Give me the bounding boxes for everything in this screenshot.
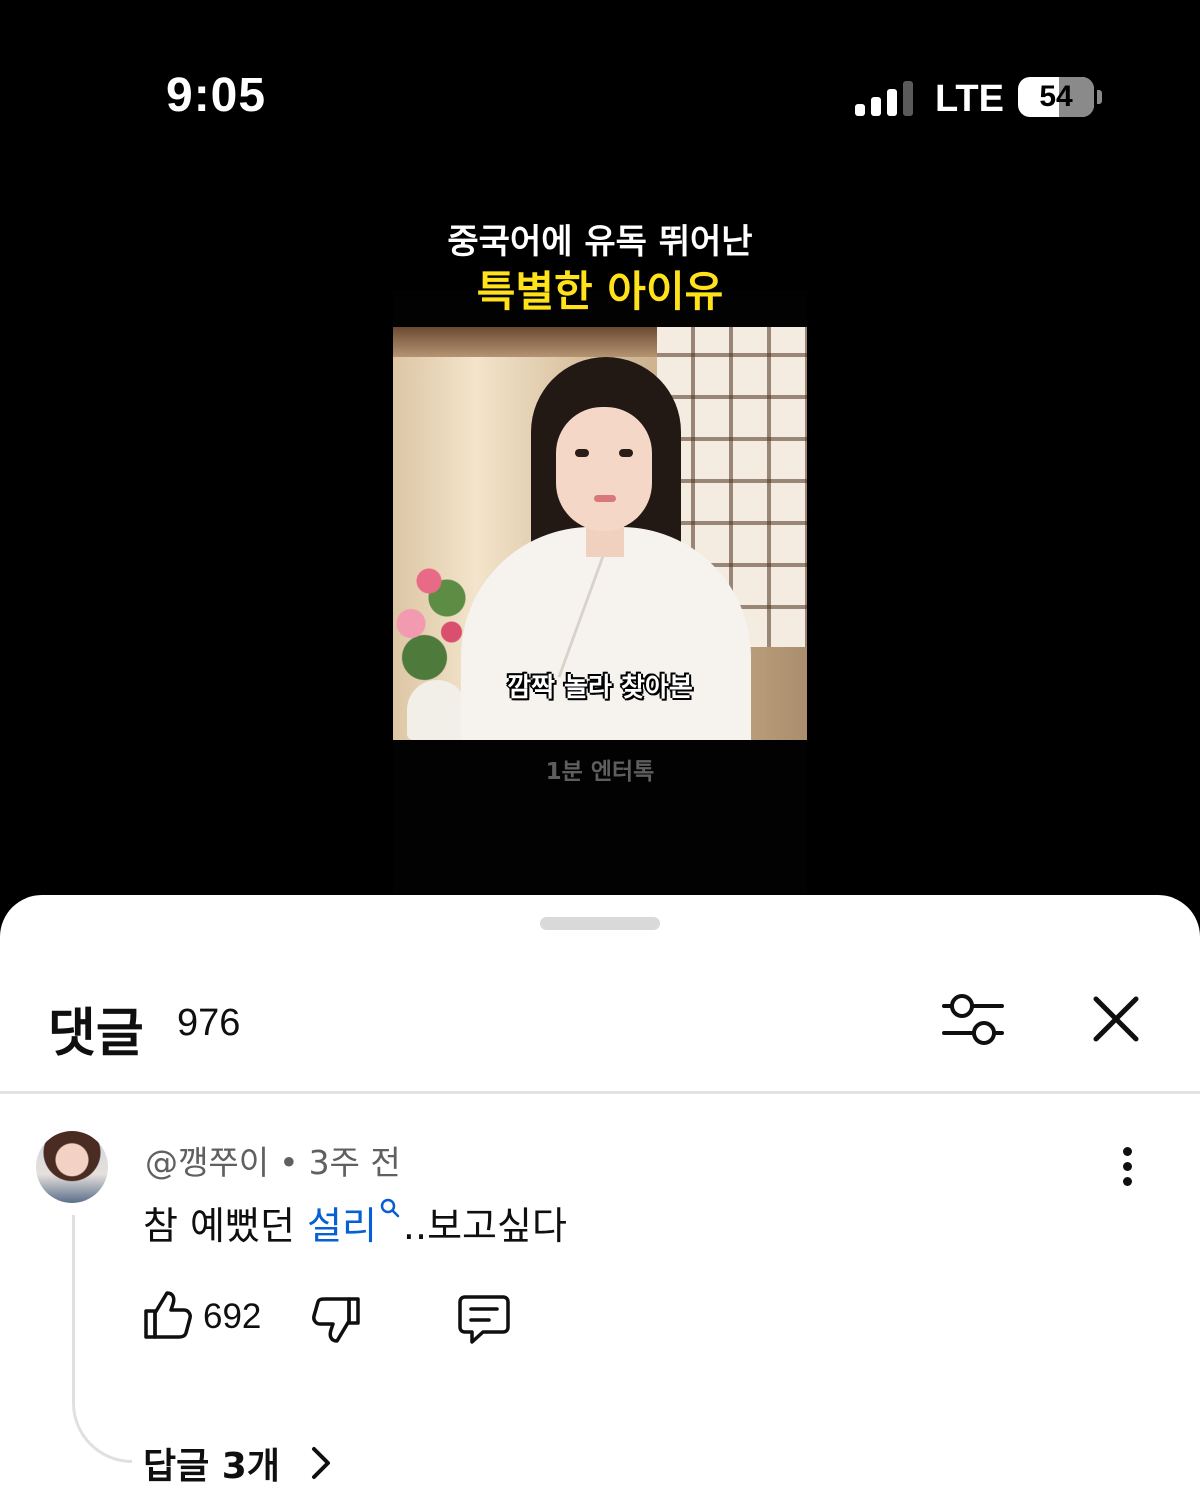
battery-level: 54 bbox=[1039, 80, 1073, 113]
like-count: 692 bbox=[203, 1297, 262, 1336]
cellular-signal-icon bbox=[855, 80, 913, 116]
comment-time: 3주 전 bbox=[308, 1143, 401, 1182]
comments-sheet: 댓글 976 @깽쭈이 • 3주 전 참 예뻤던 설리 ..보고싶다 692 답… bbox=[0, 895, 1200, 1509]
comment-text: 참 예뻤던 설리 ..보고싶다 bbox=[143, 1195, 567, 1250]
meta-separator: • bbox=[279, 1143, 299, 1182]
video-caption: 깜짝 놀라 찾아본 bbox=[507, 673, 693, 703]
close-icon bbox=[1093, 996, 1139, 1042]
video-title-line-1: 중국어에 유독 뛰어난 bbox=[447, 222, 753, 262]
sort-filter-button[interactable] bbox=[940, 991, 1006, 1049]
more-dot bbox=[1123, 1177, 1132, 1186]
sliders-icon bbox=[942, 994, 1004, 1045]
person-eye-left bbox=[575, 449, 589, 457]
comments-title: 댓글 bbox=[48, 1004, 144, 1064]
reply-button[interactable] bbox=[455, 1291, 513, 1347]
comment-meta: @깽쭈이 • 3주 전 bbox=[145, 1136, 401, 1184]
video-title-line-2: 특별한 아이유 bbox=[476, 267, 724, 316]
person-lips bbox=[594, 495, 616, 502]
more-dot bbox=[1123, 1162, 1132, 1171]
thumbs-up-icon bbox=[144, 1291, 192, 1339]
header-divider bbox=[0, 1091, 1200, 1094]
view-replies-link[interactable]: 답글 3개 bbox=[143, 1437, 280, 1489]
commenter-avatar[interactable] bbox=[36, 1131, 108, 1203]
chevron-right-icon[interactable] bbox=[306, 1443, 336, 1483]
comment-author[interactable]: @깽쭈이 bbox=[145, 1143, 269, 1182]
person-face bbox=[556, 407, 652, 531]
comment-search-link[interactable]: 설리 bbox=[307, 1204, 377, 1248]
status-time: 9:05 bbox=[166, 69, 267, 122]
comments-count: 976 bbox=[177, 1002, 241, 1044]
network-type: LTE bbox=[935, 78, 1004, 120]
video-frame[interactable]: 깜짝 놀라 찾아본 bbox=[393, 327, 807, 740]
close-button[interactable] bbox=[1088, 991, 1144, 1047]
comment-bubble-icon bbox=[458, 1295, 510, 1344]
drag-handle[interactable] bbox=[540, 917, 660, 930]
channel-watermark: 1분 엔터톡 bbox=[545, 759, 655, 785]
battery-icon: 54 bbox=[1018, 77, 1094, 117]
reply-thread-line bbox=[72, 1215, 132, 1463]
battery-cap bbox=[1097, 90, 1102, 104]
comment-more-button[interactable] bbox=[1108, 1143, 1148, 1189]
more-dot bbox=[1123, 1147, 1132, 1156]
comment-text-after: ..보고싶다 bbox=[402, 1204, 567, 1248]
thumbs-down-icon bbox=[312, 1297, 360, 1343]
person-eye-right bbox=[619, 449, 633, 457]
dislike-button[interactable] bbox=[308, 1291, 364, 1347]
comment-text-before: 참 예뻤던 bbox=[143, 1204, 307, 1248]
search-icon bbox=[377, 1195, 403, 1235]
like-button[interactable] bbox=[140, 1287, 196, 1343]
